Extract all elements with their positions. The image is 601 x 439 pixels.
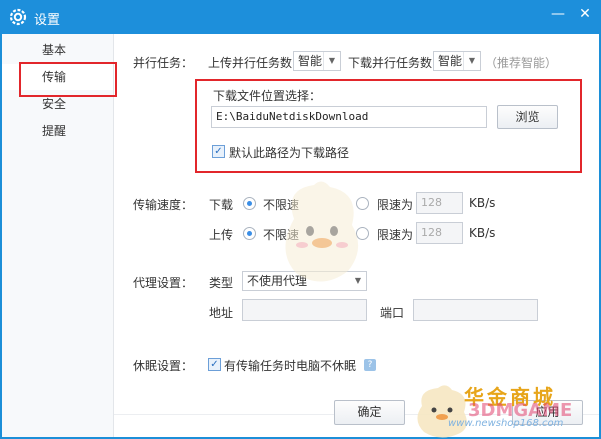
proxy-port-label: 端口	[380, 306, 405, 320]
watermark-brand: 3DMGAME	[468, 400, 573, 421]
window-title: 设置	[34, 13, 61, 28]
parallel-label: 并行任务：	[133, 56, 194, 70]
minimize-button[interactable]: —	[547, 4, 569, 24]
upload-parallel-select[interactable]: 智能 ▼	[293, 51, 341, 71]
speed-label: 传输速度：	[133, 198, 194, 212]
upload-unit: KB/s	[469, 226, 496, 240]
upload-parallel-label: 上传并行任务数	[208, 56, 293, 70]
settings-client: 基本 传输 安全 提醒 并行任务： 上传并行任务数 智能 ▼ 下载并行任务数 智…	[2, 34, 599, 438]
chevron-down-icon: ▼	[463, 52, 480, 70]
proxy-type-label: 类型	[209, 276, 234, 290]
proxy-port-input[interactable]	[413, 299, 538, 321]
download-path-input[interactable]: E:\BaiduNetdiskDownload	[211, 106, 487, 128]
browse-button[interactable]: 浏览	[497, 105, 558, 129]
help-icon[interactable]: ?	[364, 359, 376, 371]
chevron-down-icon: ▼	[323, 52, 340, 70]
sidebar-item-reminder[interactable]: 提醒	[2, 118, 113, 144]
proxy-address-input[interactable]	[242, 299, 367, 321]
download-parallel-value: 智能	[438, 54, 463, 68]
download-limit-input[interactable]: 128	[416, 192, 463, 214]
proxy-label: 代理设置：	[133, 276, 194, 290]
sleep-label: 休眠设置：	[133, 359, 194, 373]
default-path-checkbox[interactable]: ✓	[212, 145, 225, 158]
download-unit: KB/s	[469, 196, 496, 210]
download-parallel-select[interactable]: 智能 ▼	[433, 51, 481, 71]
parallel-hint: （推荐智能）	[485, 56, 558, 70]
title-bar: 设置 — ✕	[0, 0, 601, 34]
download-parallel-label: 下载并行任务数	[348, 56, 433, 70]
upload-speed-label: 上传	[209, 228, 234, 242]
upload-unlimited-radio[interactable]	[243, 227, 256, 240]
proxy-address-label: 地址	[209, 306, 234, 320]
download-speed-label: 下载	[209, 198, 234, 212]
download-location-label: 下载文件位置选择：	[213, 89, 322, 103]
prevent-sleep-checkbox[interactable]: ✓	[208, 358, 221, 371]
default-path-label: 默认此路径为下载路径	[229, 146, 350, 160]
ok-button[interactable]: 确定	[334, 400, 405, 425]
close-button[interactable]: ✕	[574, 4, 596, 24]
prevent-sleep-label: 有传输任务时电脑不休眠	[224, 359, 357, 373]
highlight-box-transfer	[19, 62, 117, 97]
gear-icon	[9, 8, 27, 26]
upload-parallel-value: 智能	[298, 54, 323, 68]
sidebar-item-basic[interactable]: 基本	[2, 37, 113, 63]
mascot-watermark-icon	[285, 181, 359, 282]
download-unlimited-radio[interactable]	[243, 197, 256, 210]
upload-limit-label: 限速为	[377, 228, 414, 242]
download-limit-label: 限速为	[377, 198, 414, 212]
upload-limit-input[interactable]: 128	[416, 222, 463, 244]
